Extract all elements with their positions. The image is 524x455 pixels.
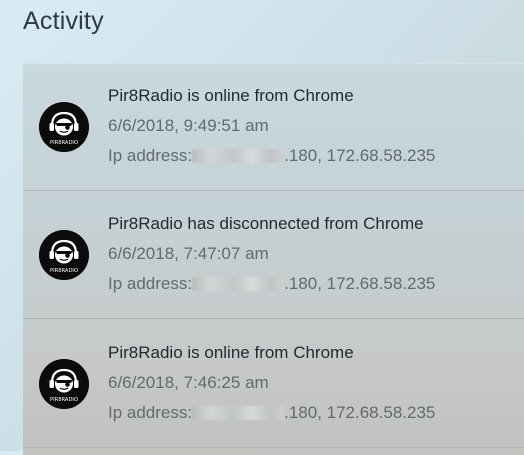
activity-message: Pir8Radio has disconnected from Chrome xyxy=(108,214,424,233)
ip-redacted xyxy=(192,277,285,291)
activity-timestamp: 6/6/2018, 7:47:07 am xyxy=(108,244,269,263)
avatar-logo-text: PIR8RADIO xyxy=(50,140,78,146)
activity-message: Pir8Radio is online from Chrome xyxy=(108,343,354,362)
pirate-headphones-logo-icon: PIR8RADIO xyxy=(39,102,89,152)
avatar: PIR8RADIO xyxy=(39,102,89,152)
ip-redacted xyxy=(192,406,285,420)
page-title: Activity xyxy=(23,7,104,35)
activity-ip: Ip address: .180, 172.68.58.235 xyxy=(108,403,435,423)
ip-redacted xyxy=(192,149,285,163)
ip-value: .180, 172.68.58.235 xyxy=(284,403,436,422)
avatar-logo-text: PIR8RADIO xyxy=(50,268,78,274)
activity-list: PIR8RADIO Pir8Radio is online from Chrom… xyxy=(23,63,524,455)
activity-message: Pir8Radio is online from Chrome xyxy=(108,86,354,105)
activity-item[interactable]: PIR8RADIO Pir8Radio has disconnected fro… xyxy=(23,191,524,319)
activity-timestamp: 6/6/2018, 9:49:51 am xyxy=(108,116,269,135)
ip-value: .180, 172.68.58.235 xyxy=(284,146,436,165)
avatar: PIR8RADIO xyxy=(39,230,89,280)
ip-label: Ip address: xyxy=(108,146,193,165)
ip-value: .180, 172.68.58.235 xyxy=(284,274,436,293)
activity-item[interactable]: PIR8RADIO Pir8Radio is online from Chrom… xyxy=(23,63,524,191)
pirate-headphones-logo-icon: PIR8RADIO xyxy=(39,359,89,409)
ip-label: Ip address: xyxy=(108,403,193,422)
activity-ip: Ip address: .180, 172.68.58.235 xyxy=(108,274,435,294)
activity-ip: Ip address: .180, 172.68.58.235 xyxy=(108,146,435,166)
avatar-logo-text: PIR8RADIO xyxy=(50,397,78,403)
activity-timestamp: 6/6/2018, 7:46:25 am xyxy=(108,373,269,392)
ip-label: Ip address: xyxy=(108,274,193,293)
pirate-headphones-logo-icon: PIR8RADIO xyxy=(39,230,89,280)
activity-item[interactable]: PIR8RADIO Pir8Radio is online from Chrom… xyxy=(23,320,524,448)
avatar: PIR8RADIO xyxy=(39,359,89,409)
